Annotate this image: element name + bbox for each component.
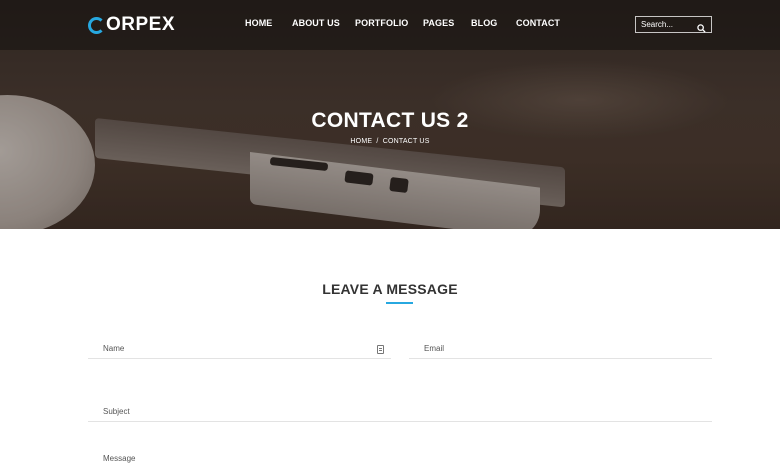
email-field bbox=[409, 337, 712, 359]
message-field bbox=[88, 447, 712, 469]
breadcrumb-separator: / bbox=[376, 138, 379, 145]
nav-item-portfolio[interactable]: PORTFOLIO bbox=[355, 18, 408, 28]
contact-card-icon bbox=[377, 345, 384, 354]
breadcrumb-current: CONTACT US bbox=[382, 138, 430, 145]
name-field bbox=[88, 337, 391, 359]
top-navbar: ORPEX HOME ABOUT US PORTFOLIO PAGES BLOG… bbox=[0, 0, 780, 50]
logo-text: ORPEX bbox=[106, 14, 176, 35]
form-section-title: LEAVE A MESSAGE bbox=[322, 281, 458, 297]
title-underline-divider bbox=[386, 302, 413, 304]
email-input[interactable] bbox=[424, 344, 674, 353]
c-logo-mark-icon bbox=[88, 16, 105, 34]
search-icon[interactable] bbox=[697, 20, 706, 33]
subject-field bbox=[88, 400, 712, 422]
name-input[interactable] bbox=[103, 344, 353, 353]
breadcrumb-home-link[interactable]: HOME bbox=[350, 138, 372, 145]
nav-item-about-us[interactable]: ABOUT US bbox=[292, 18, 340, 28]
message-input[interactable] bbox=[103, 454, 353, 463]
nav-item-contact[interactable]: CONTACT bbox=[516, 18, 560, 28]
nav-item-pages[interactable]: PAGES bbox=[423, 18, 454, 28]
page-title: CONTACT US 2 bbox=[311, 109, 469, 132]
nav-item-blog[interactable]: BLOG bbox=[471, 18, 497, 28]
search-input[interactable] bbox=[636, 20, 696, 29]
breadcrumb: HOME / CONTACT US bbox=[0, 138, 780, 145]
search-box bbox=[635, 16, 712, 33]
subject-input[interactable] bbox=[103, 407, 353, 416]
nav-item-home[interactable]: HOME bbox=[245, 18, 272, 28]
brand-logo[interactable]: ORPEX bbox=[88, 12, 175, 38]
